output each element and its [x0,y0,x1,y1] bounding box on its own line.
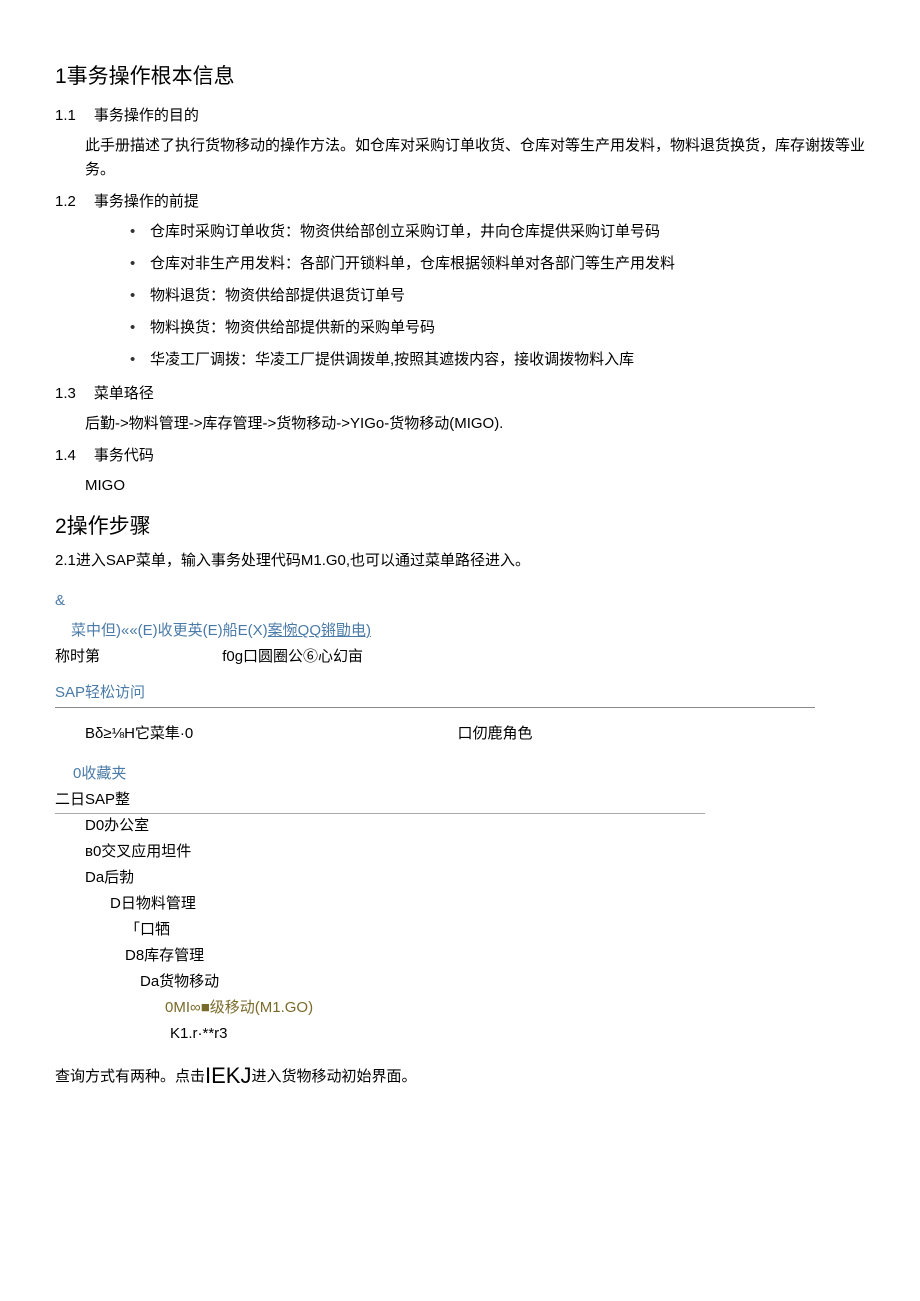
section-1-2-num: 1.2 [55,190,76,214]
sap-screenshot-region: & 菜中但)««(E)收更英(E)船E(X)案惋QQ锵勖电) 称时第 f0g口圆… [55,589,865,1046]
section-1-2-heading: 1.2 事务操作的前提 [55,190,865,214]
section-1-4-body: MIGO [85,474,865,498]
bullet-item: 仓库对非生产用发料：各部门开锁料单，仓库根据领料单对各部门等生产用发料 [130,252,865,276]
tree-cross-app[interactable]: в0交叉应用坦件 [85,840,865,864]
sap-menu-bar-underlined: 案惋QQ锵勖电) [268,622,371,639]
bottom-suffix: 进入货物移动初始界面。 [251,1068,416,1085]
sap-toolbar-left: 称时第 [55,645,100,669]
bullet-item: 仓库时采购订单收货：物资供给部创立采购订单，井向仓库提供采购订单号码 [130,220,865,244]
section-1-3-title: 菜单珞径 [94,385,154,402]
section-1-3-body: 后勤->物料管理->库存管理->货物移动->YIGo-货物移动(MIGO). [85,412,865,436]
sap-menu-bar[interactable]: 菜中但)««(E)收更英(E)船E(X)案惋QQ锵勖电) [71,619,865,643]
sap-sub-toolbar-right: 口仞鹿角色 [457,722,532,746]
section-1-1-heading: 1.1 事务操作的目的 [55,104,865,128]
bullet-item: 物料退货：物资供给部提供退货订单号 [130,284,865,308]
tree-inventory-mgmt[interactable]: D8库存管理 [125,944,865,968]
sap-tree: 0收藏夹 二日SAP整 D0办公室 в0交叉应用坦件 Da后勃 D日物料管理 「… [55,762,865,1046]
section-1-2-bullets: 仓库时采购订单收货：物资供给部创立采购订单，井向仓库提供采购订单号码 仓库对非生… [130,220,865,372]
bullet-item: 华凌工厂调拨：华凌工厂提供调拨单,按照其遮拨内容，接收调拨物料入库 [130,348,865,372]
sap-toolbar: 称时第 f0g口圆圈公⑥心幻亩 [55,645,865,669]
bullet-item: 物料换货：物资供给部提供新的采购单号码 [130,316,865,340]
section-1-4-num: 1.4 [55,444,76,468]
tree-office[interactable]: D0办公室 [85,814,865,838]
bottom-text: 查询方式有两种。点击IEKJ进入货物移动初始界面。 [55,1058,865,1093]
tree-goods-movement[interactable]: Da货物移动 [140,970,865,994]
sap-toolbar-right: f0g口圆圈公⑥心幻亩 [222,645,363,669]
section2-title: 2操作步骤 [55,510,865,544]
section-1-3-num: 1.3 [55,382,76,406]
section-1-1-num: 1.1 [55,104,76,128]
section-1-3-heading: 1.3 菜单珞径 [55,382,865,406]
sap-menu-bar-text: 菜中但)««(E)收更英(E)船E(X) [71,622,268,639]
section-1-1-title: 事务操作的目的 [94,107,199,124]
sap-command-field[interactable]: & [55,589,865,613]
section-1-1-body: 此手册描述了执行货物移动的操作方法。如仓库对采购订单收货、仓库对等生产用发料，物… [85,134,865,182]
bottom-big: IEKJ [205,1063,251,1088]
sap-screen-title: SAP轻松访问 [55,681,815,708]
tree-favorites[interactable]: 0收藏夹 [73,762,865,786]
tree-materials-mgmt[interactable]: D日物料管理 [110,892,865,916]
tree-purchasing[interactable]: 「口牺 [125,918,865,942]
sap-sub-toolbar-left: Bδ≥⅛H它菜隼·0 [85,722,193,746]
section-1-4-title: 事务代码 [94,447,154,464]
sap-sub-toolbar: Bδ≥⅛H它菜隼·0 口仞鹿角色 [85,722,865,746]
tree-logistics[interactable]: Da后勃 [85,866,865,890]
tree-sap-root[interactable]: 二日SAP整 [55,788,705,814]
bottom-prefix: 查询方式有两种。点击 [55,1068,205,1085]
section-1-2-title: 事务操作的前提 [94,193,199,210]
section-1-4-heading: 1.4 事务代码 [55,444,865,468]
tree-migo[interactable]: 0MI∞■级移动(M1.GO) [165,996,865,1020]
tree-k1[interactable]: K1.r·**r3 [170,1022,865,1046]
section2-step: 2.1进入SAP菜单，输入事务处理代码M1.G0,也可以通过菜单路径进入。 [55,549,865,573]
section1-title: 1事务操作根本信息 [55,60,865,94]
